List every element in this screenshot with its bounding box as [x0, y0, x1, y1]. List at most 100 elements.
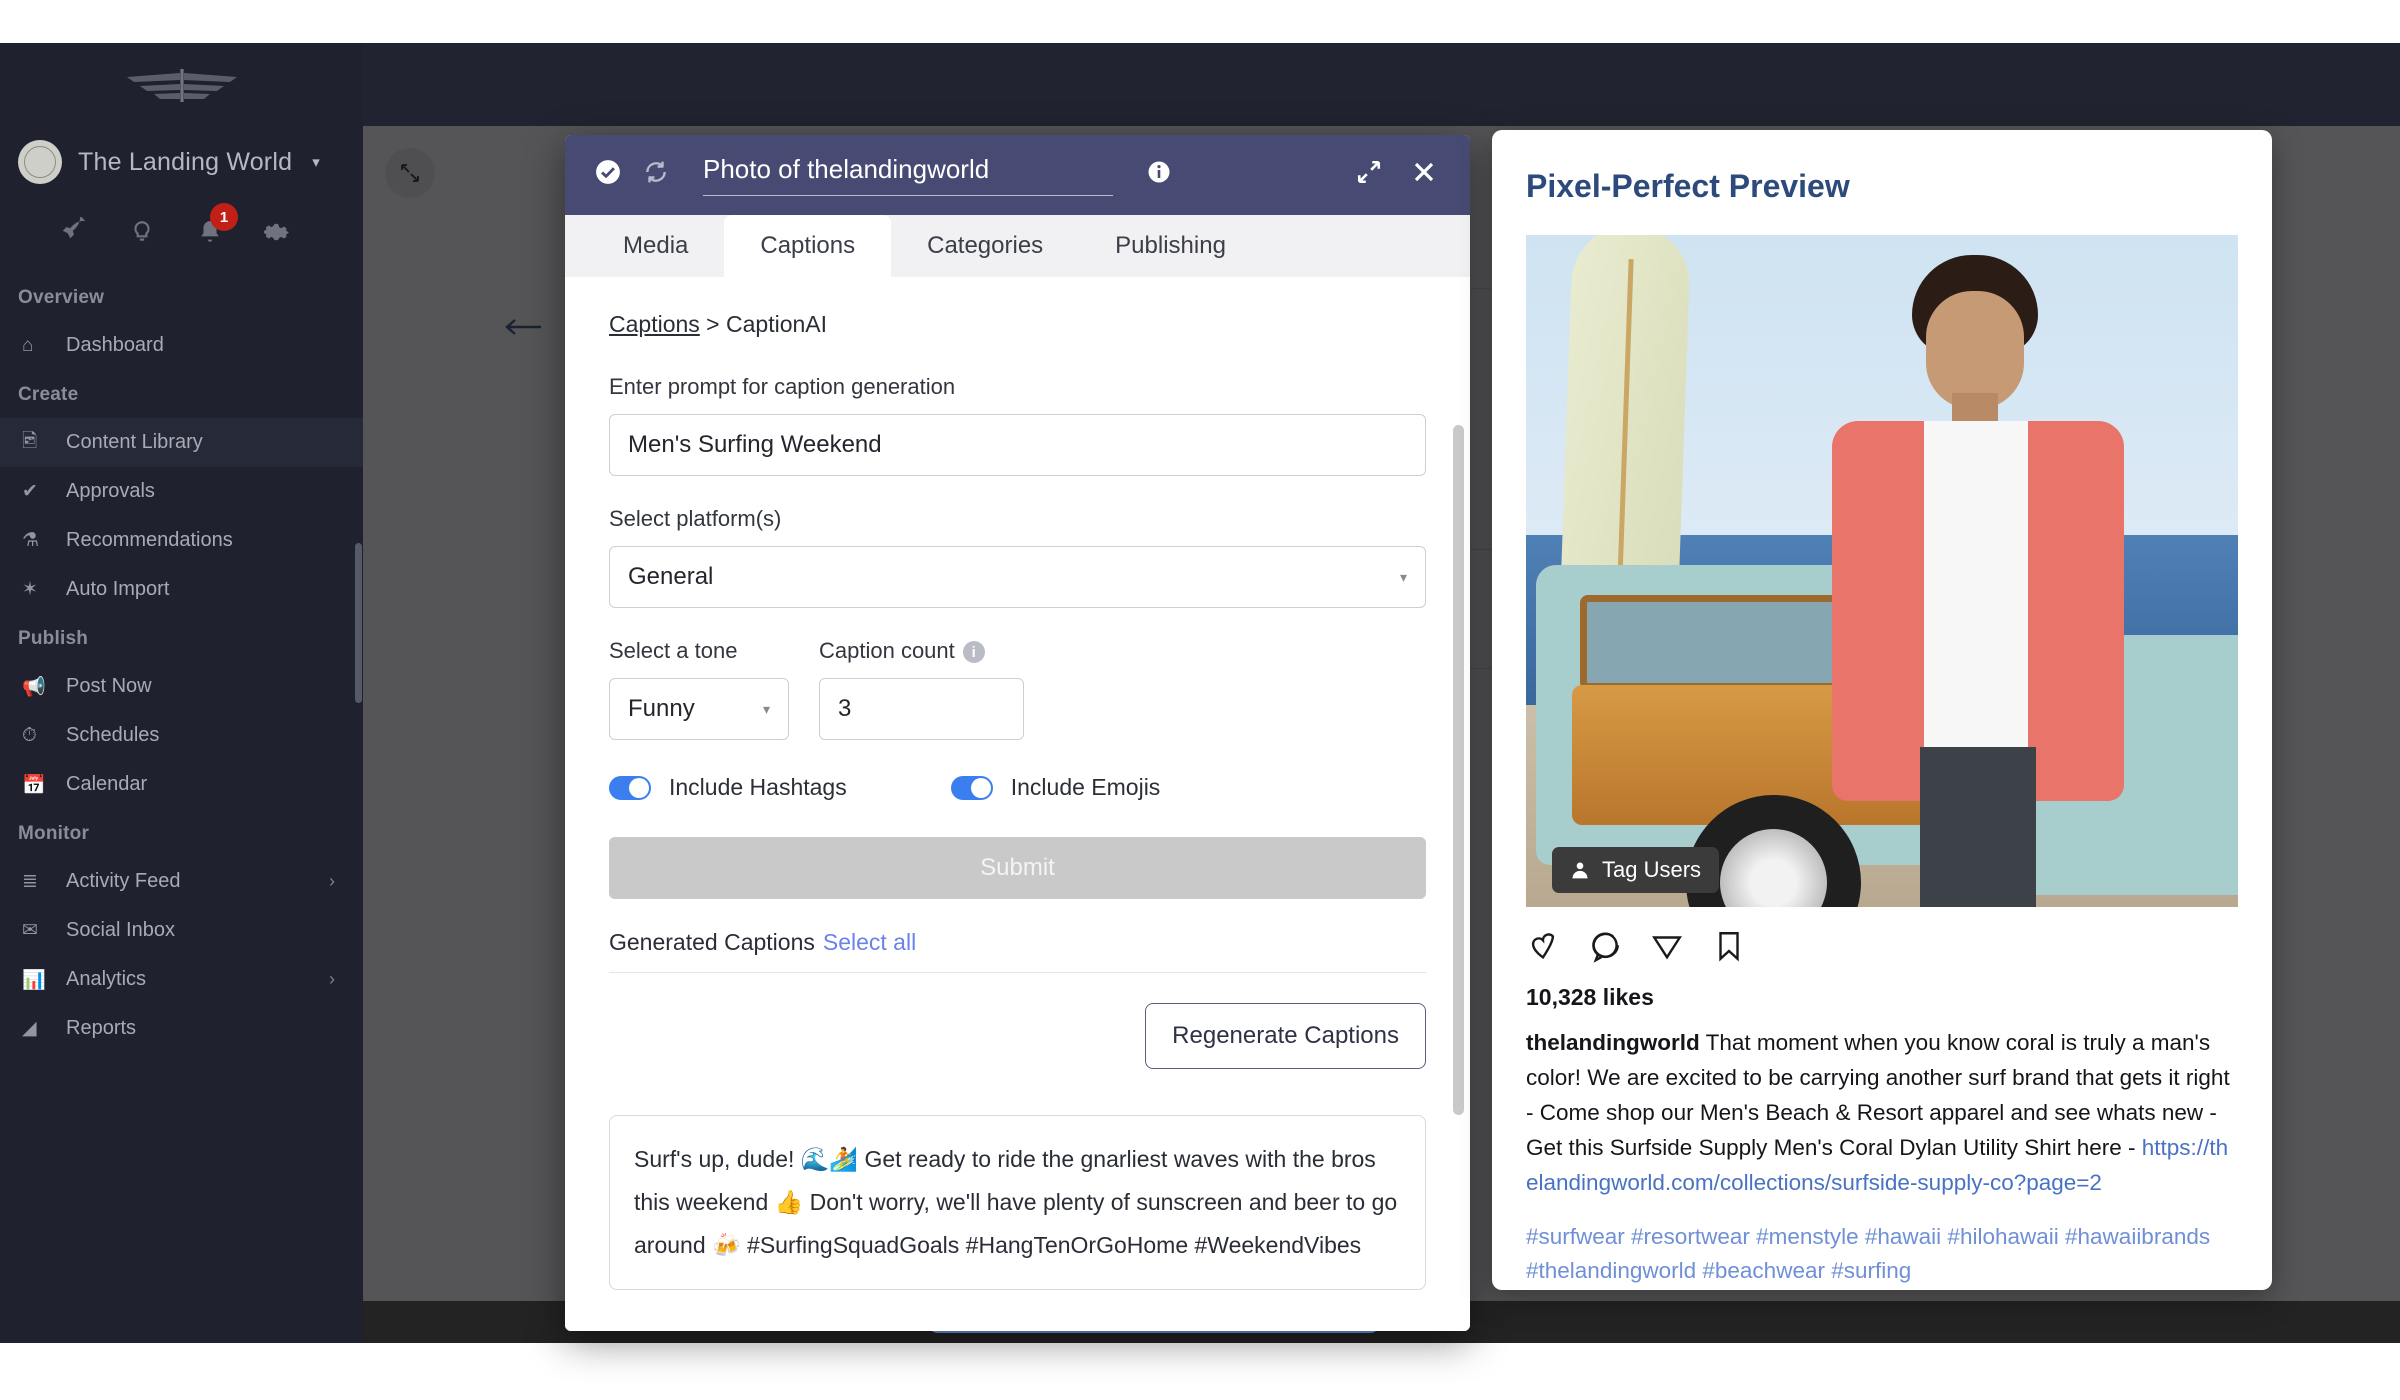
tag-users-label: Tag Users — [1602, 857, 1701, 883]
breadcrumb-current: CaptionAI — [726, 311, 827, 337]
sidebar-item-label: Dashboard — [66, 334, 164, 357]
megaphone-icon: 📢 — [22, 675, 66, 699]
sidebar-item-reports[interactable]: ◢ Reports — [0, 1004, 363, 1053]
likes-count: 10,328 likes — [1492, 968, 2272, 1011]
sync-icon[interactable] — [643, 159, 669, 192]
check-circle-icon: ✔ — [22, 480, 66, 503]
bell-icon[interactable]: 1 — [176, 217, 244, 247]
tab-captions[interactable]: Captions — [724, 215, 891, 277]
envelope-icon: ✉ — [22, 919, 66, 942]
tag-users-button[interactable]: Tag Users — [1552, 847, 1719, 893]
image-file-icon: 🖻 — [22, 427, 66, 459]
sidebar-item-label: Calendar — [66, 773, 147, 796]
caption-count-label-text: Caption count — [819, 638, 955, 663]
preview-image[interactable]: Tag Users — [1526, 235, 2238, 907]
modal-title-input[interactable] — [703, 154, 1113, 196]
include-emojis-label: Include Emojis — [1011, 774, 1161, 801]
preview-timestamp: JUST NOW — [1492, 1288, 2272, 1290]
prompt-label: Enter prompt for caption generation — [609, 374, 1426, 400]
modal-scrollbar[interactable] — [1453, 425, 1464, 1115]
share-icon[interactable] — [1650, 929, 1684, 968]
preview-username[interactable]: thelandingworld — [1526, 1030, 1700, 1055]
sidebar-item-social-inbox[interactable]: ✉ Social Inbox — [0, 906, 363, 955]
tab-media[interactable]: Media — [587, 215, 724, 277]
sidebar-item-analytics[interactable]: 📊 Analytics › — [0, 955, 363, 1004]
caption-count-input[interactable] — [819, 678, 1024, 740]
generated-caption-item[interactable]: Surf's up, dude! 🌊🏄 Get ready to ride th… — [609, 1115, 1426, 1290]
sidebar: The Landing World ▾ 1 — [0, 43, 363, 1343]
include-hashtags-toggle[interactable] — [609, 776, 651, 800]
sidebar-item-label: Recommendations — [66, 529, 233, 552]
info-icon[interactable]: i — [963, 641, 985, 663]
include-hashtags-toggle-wrap[interactable]: Include Hashtags — [609, 774, 847, 801]
breadcrumb-captions-link[interactable]: Captions — [609, 311, 700, 337]
modal-title-wrap — [703, 154, 1113, 196]
sidebar-quick-actions: 1 — [0, 195, 363, 273]
photo-model — [1826, 255, 2126, 907]
workspace-avatar — [18, 140, 62, 184]
like-icon[interactable] — [1526, 929, 1560, 968]
chevron-right-icon: › — [329, 871, 335, 892]
include-emojis-toggle-wrap[interactable]: Include Emojis — [951, 774, 1161, 801]
platform-select[interactable]: General ▾ — [609, 546, 1426, 608]
wings-logo-icon — [122, 63, 242, 109]
sidebar-item-activity-feed[interactable]: ≣ Activity Feed › — [0, 857, 363, 906]
info-icon[interactable] — [1147, 160, 1171, 190]
lightbulb-icon[interactable] — [108, 217, 176, 247]
rocket-icon[interactable] — [40, 217, 108, 247]
nav-group-title-create: Create — [0, 370, 363, 418]
caption-count-field: Caption count i — [819, 638, 1024, 740]
expand-icon[interactable] — [1356, 159, 1382, 192]
sidebar-item-post-now[interactable]: 📢 Post Now — [0, 662, 363, 711]
sidebar-item-recommendations[interactable]: ⚗ Recommendations — [0, 516, 363, 565]
sidebar-item-schedules[interactable]: ⏱ Schedules — [0, 711, 363, 760]
sidebar-item-dashboard[interactable]: ⌂ Dashboard — [0, 321, 363, 370]
chevron-right-icon: › — [329, 969, 335, 990]
sidebar-item-auto-import[interactable]: ✶ Auto Import — [0, 565, 363, 614]
tab-publishing[interactable]: Publishing — [1079, 215, 1262, 277]
submit-button[interactable]: Submit — [609, 837, 1426, 899]
bookmark-icon[interactable] — [1712, 929, 1746, 968]
chevron-down-icon: ▾ — [763, 701, 770, 718]
sidebar-scrollbar[interactable] — [355, 543, 362, 703]
regenerate-captions-button[interactable]: Regenerate Captions — [1145, 1003, 1426, 1069]
modal-body: Captions > CaptionAI Enter prompt for ca… — [565, 277, 1470, 1331]
close-icon[interactable] — [1412, 160, 1436, 191]
preview-hashtags[interactable]: #surfwear #resortwear #menstyle #hawaii … — [1492, 1200, 2272, 1288]
prompt-input[interactable] — [609, 414, 1426, 476]
toggle-row: Include Hashtags Include Emojis — [609, 774, 1426, 801]
flask-icon: ⚗ — [22, 529, 66, 552]
select-all-link[interactable]: Select all — [823, 929, 916, 955]
sidebar-item-label: Post Now — [66, 675, 152, 698]
generated-captions-label: Generated Captions — [609, 929, 815, 955]
sidebar-item-content-library[interactable]: 🖻 Content Library — [0, 418, 363, 467]
tab-categories[interactable]: Categories — [891, 215, 1079, 277]
sidebar-item-label: Auto Import — [66, 578, 169, 601]
tone-select[interactable]: Funny ▾ — [609, 678, 789, 740]
clock-icon: ⏱ — [22, 725, 66, 747]
person-icon — [1570, 860, 1590, 880]
bar-chart-icon: 📊 — [22, 968, 66, 992]
generated-captions-header: Generated Captions Select all — [609, 929, 1426, 956]
area-chart-icon: ◢ — [22, 1017, 66, 1040]
check-circle-icon[interactable] — [595, 159, 621, 192]
instagram-actions — [1492, 907, 2272, 968]
sidebar-item-label: Activity Feed — [66, 870, 180, 893]
chevron-down-icon: ▾ — [1400, 569, 1407, 586]
sidebar-item-label: Reports — [66, 1017, 136, 1040]
include-emojis-toggle[interactable] — [951, 776, 993, 800]
workspace-switcher[interactable]: The Landing World ▾ — [0, 129, 363, 195]
sidebar-item-approvals[interactable]: ✔ Approvals — [0, 467, 363, 516]
comment-icon[interactable] — [1588, 929, 1622, 968]
tone-field: Select a tone Funny ▾ — [609, 638, 789, 740]
divider — [609, 972, 1426, 973]
platform-label: Select platform(s) — [609, 506, 1426, 532]
tone-label: Select a tone — [609, 638, 789, 664]
caption-ai-modal: Media Captions Categories Publishing Cap… — [565, 135, 1470, 1331]
brand-logo[interactable] — [0, 43, 363, 129]
preview-panel: Pixel-Perfect Preview Tag Users — [1492, 130, 2272, 1290]
gear-icon[interactable] — [244, 218, 312, 246]
sidebar-item-calendar[interactable]: 📅 Calendar — [0, 760, 363, 809]
regenerate-row: Regenerate Captions — [609, 1003, 1426, 1069]
nav-group-title-overview: Overview — [0, 273, 363, 321]
